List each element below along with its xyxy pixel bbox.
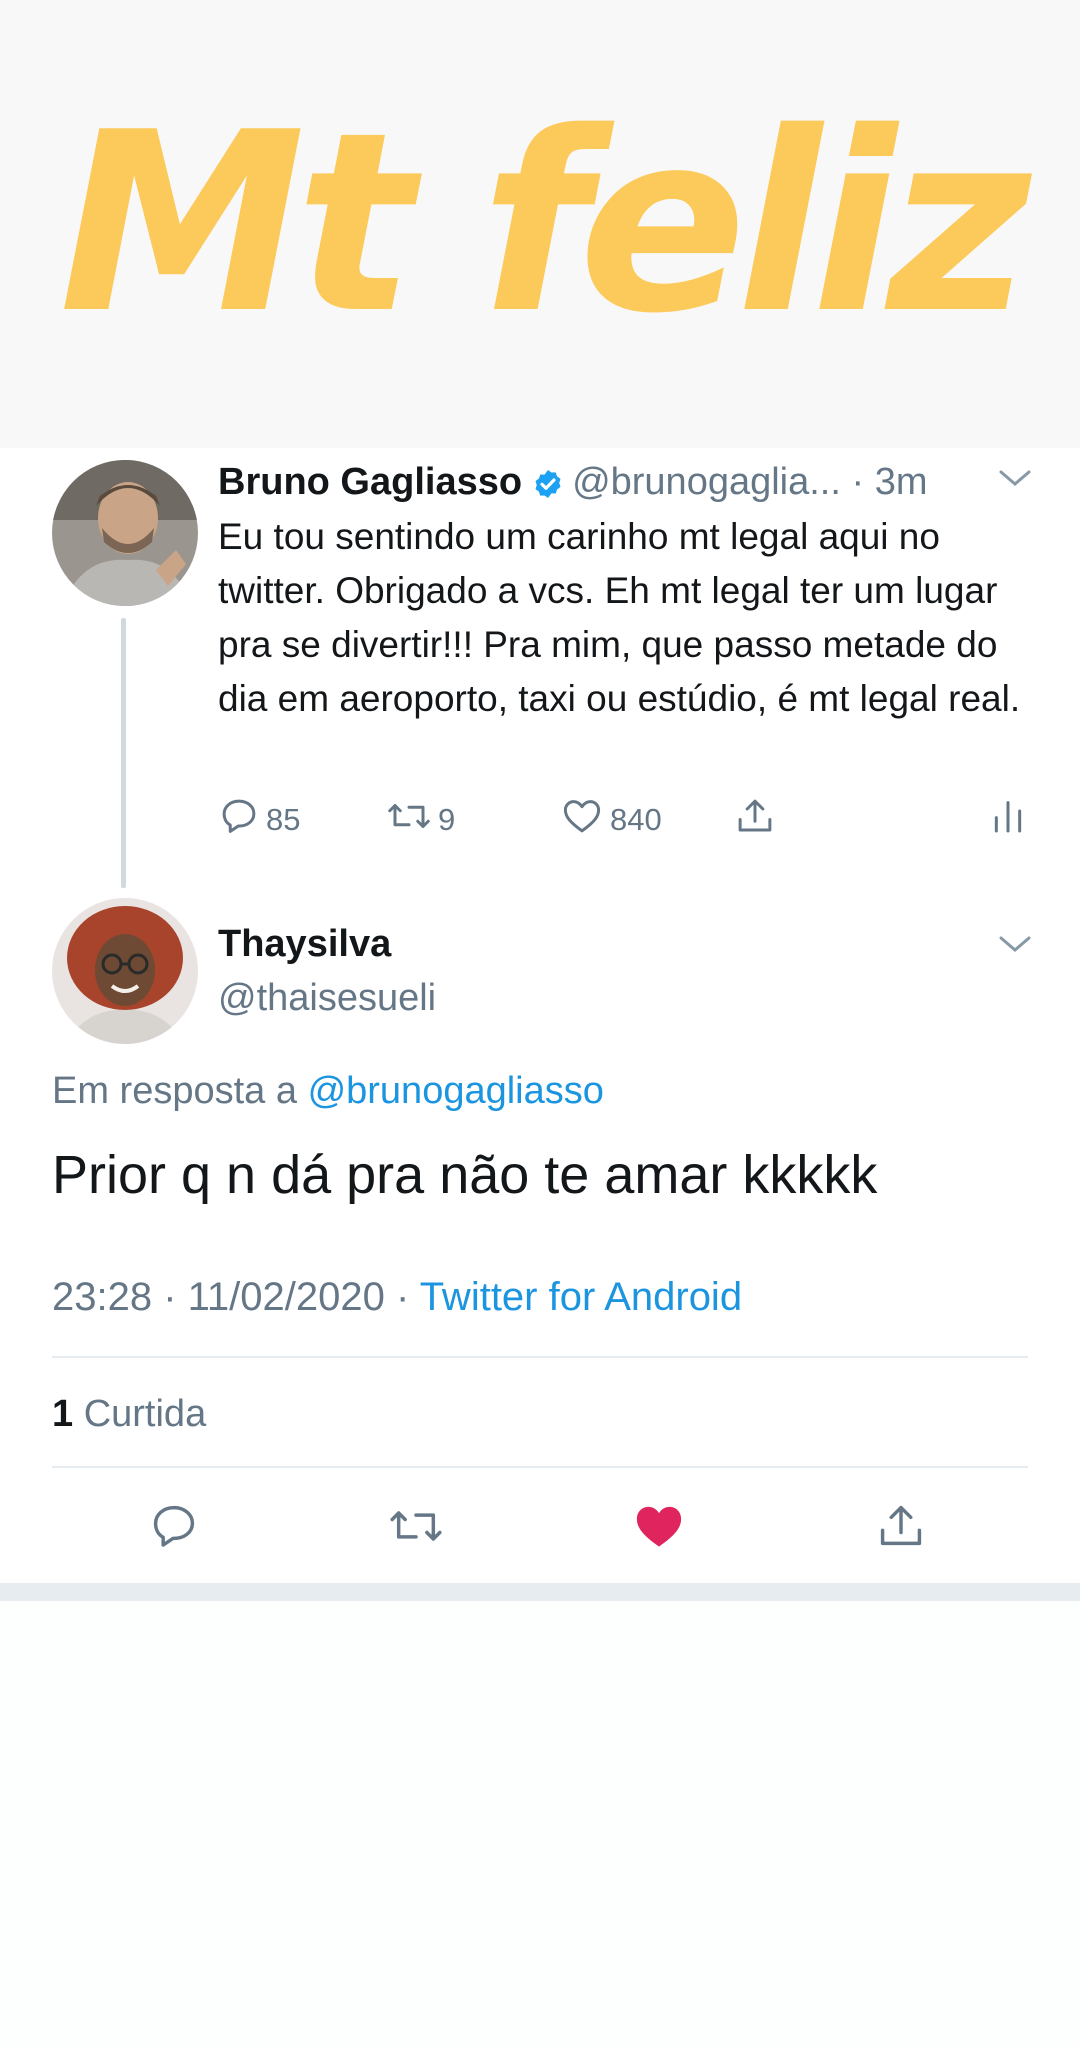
reply-chevron-down-icon[interactable] [998,932,1032,961]
page: Mt feliz Bruno Gagliasso @brunogaglia... … [0,0,1080,2047]
parent-tweet-header: Bruno Gagliasso @brunogaglia... · 3m [218,458,1038,506]
parent-reply-button[interactable]: 85 [218,795,300,845]
parent-time[interactable]: 3m [875,461,928,503]
parent-separator: · [851,461,865,503]
parent-reply-count: 85 [266,802,301,837]
reply-timestamp[interactable]: 23:28 · 11/02/2020 · [52,1275,409,1319]
reply-reply-button[interactable] [144,1498,204,1558]
parent-handle[interactable]: @brunogaglia... [572,461,841,503]
parent-chevron-down-icon[interactable] [998,466,1032,495]
parent-retweet-count: 9 [438,802,456,837]
reply-handle[interactable]: @thaisesueli [218,974,436,1022]
reply-like-button[interactable] [629,1498,689,1558]
divider-bottom [52,1466,1028,1468]
card-bottom-border [0,1583,1080,1601]
like-count: 1 [52,1393,74,1435]
like-icon [560,795,610,845]
reply-tweet-text: Prior q n dá pra não te amar kkkkk [52,1145,878,1205]
verified-badge-icon [532,464,564,512]
likes-summary[interactable]: 1 Curtida [52,1388,206,1440]
parent-tweet-text: Eu tou sentindo um carinho mt legal aqui… [218,516,1021,719]
reply-context: Em resposta a @brunogagliasso [52,1065,604,1117]
share-icon [734,795,782,845]
reply-icon [148,1500,200,1557]
parent-analytics-button[interactable] [988,795,1034,845]
parent-like-button[interactable]: 840 [560,795,662,845]
parent-retweet-button[interactable]: 9 [386,795,455,845]
reply-prefix: Em resposta a [52,1070,297,1112]
like-label: Curtida [83,1393,207,1435]
parent-share-button[interactable] [734,795,782,845]
parent-tweet-avatar[interactable] [52,460,198,606]
reply-source-link[interactable]: Twitter for Android [420,1275,742,1319]
reply-tweet-avatar[interactable] [52,898,198,1044]
reply-retweet-button[interactable] [386,1498,446,1558]
parent-like-count: 840 [610,802,662,837]
reply-icon [218,795,266,845]
divider-top [52,1356,1028,1358]
reply-display-name[interactable]: Thaysilva [218,920,391,968]
reply-share-button[interactable] [871,1498,931,1558]
analytics-icon [988,795,1034,845]
story-caption: Mt feliz [58,80,1031,368]
reply-mention-link[interactable]: @brunogagliasso [308,1070,604,1112]
retweet-icon [387,1500,445,1557]
thread-connector-line [121,618,126,888]
reply-tweet-actions [0,1498,1080,1558]
heart-filled-icon [631,1500,687,1557]
reply-tweet-meta: 23:28 · 11/02/2020 · Twitter for Android [52,1270,742,1324]
share-icon [875,1500,927,1557]
parent-display-name[interactable]: Bruno Gagliasso [218,461,522,503]
parent-tweet-actions: 85 9 840 [218,795,1048,845]
retweet-icon [386,795,438,845]
